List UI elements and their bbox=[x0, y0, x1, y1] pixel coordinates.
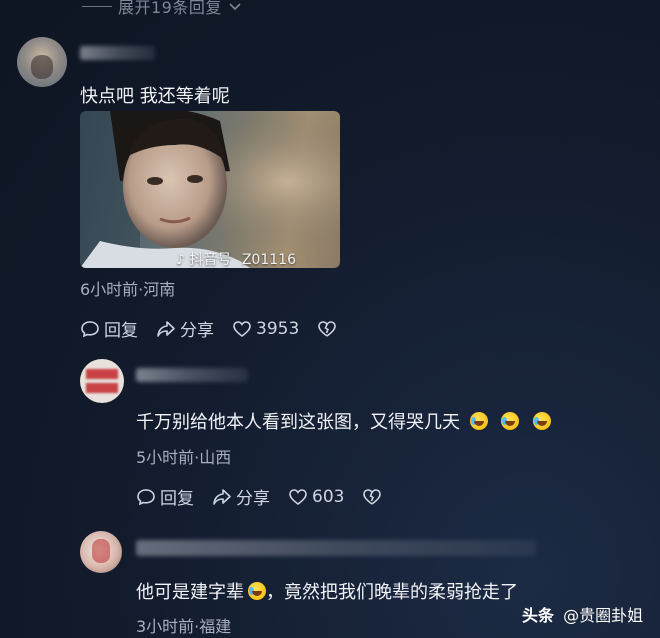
dislike-button[interactable] bbox=[317, 319, 337, 339]
like-button[interactable]: 3953 bbox=[232, 319, 299, 339]
comment-text-part1: 他可是建字辈 bbox=[136, 582, 244, 603]
reply-label: 回复 bbox=[104, 321, 138, 341]
portrait-image bbox=[80, 111, 340, 268]
comment-meta: 6小时前·河南 bbox=[80, 280, 176, 299]
reply-button[interactable]: 回复 bbox=[136, 484, 194, 509]
like-count: 603 bbox=[312, 486, 345, 507]
watermark-app: 抖音号 bbox=[189, 252, 232, 268]
comment-text: 他可是建字辈 ，竟然把我们晚辈的柔弱抢走了 bbox=[136, 578, 518, 604]
reply-bubble-icon bbox=[81, 320, 99, 337]
tiktok-logo-icon: ♪ bbox=[176, 252, 185, 268]
heart-icon bbox=[233, 320, 251, 337]
username-blurred[interactable] bbox=[136, 368, 248, 382]
comment-meta: 3小时前·福建 bbox=[136, 617, 232, 636]
laugh-cry-emoji-icon bbox=[533, 412, 552, 430]
laugh-cry-emoji-icon bbox=[469, 412, 488, 430]
comment-meta: 5小时前·山西 bbox=[136, 448, 232, 467]
like-count: 3953 bbox=[256, 318, 300, 339]
watermark-id: Z01116 bbox=[241, 252, 296, 268]
share-label: 分享 bbox=[180, 321, 214, 341]
source-watermark: 头条 @贵圈卦姐 bbox=[522, 602, 643, 626]
expand-replies-link[interactable]: 展开19条回复 bbox=[82, 0, 242, 18]
avatar[interactable] bbox=[80, 531, 122, 573]
username-blurred[interactable] bbox=[80, 46, 155, 60]
share-label: 分享 bbox=[236, 489, 270, 509]
broken-heart-icon bbox=[318, 320, 337, 337]
reply-button[interactable]: 回复 bbox=[80, 316, 138, 341]
username-blurred[interactable] bbox=[136, 540, 536, 556]
share-button[interactable]: 分享 bbox=[212, 484, 270, 509]
comment-image[interactable]: ♪ 抖音号 Z01116 bbox=[80, 111, 340, 268]
avatar[interactable] bbox=[17, 37, 67, 87]
video-watermark: ♪ 抖音号 Z01116 bbox=[176, 249, 296, 268]
expand-replies-label: 展开19条回复 bbox=[118, 0, 222, 17]
watermark-brand: 头条 bbox=[522, 606, 555, 625]
share-button[interactable]: 分享 bbox=[156, 316, 214, 341]
comment-text: 快点吧 我还等着呢 bbox=[80, 86, 230, 107]
comment-text-part2: ，竟然把我们晚辈的柔弱抢走了 bbox=[266, 582, 518, 603]
comment-text-body: 千万别给他本人看到这张图，又得哭几天 bbox=[136, 412, 460, 433]
heart-icon bbox=[289, 488, 307, 505]
dislike-button[interactable] bbox=[362, 487, 382, 507]
share-arrow-icon bbox=[213, 488, 231, 505]
share-arrow-icon bbox=[157, 320, 175, 337]
comment-actions: 回复 分享 3953 bbox=[80, 316, 355, 341]
laugh-cry-emoji-icon bbox=[501, 412, 520, 430]
watermark-account: @贵圈卦姐 bbox=[563, 606, 644, 625]
chevron-down-icon bbox=[229, 3, 241, 11]
reply-label: 回复 bbox=[160, 489, 194, 509]
divider-line bbox=[82, 5, 112, 7]
avatar[interactable] bbox=[80, 359, 124, 403]
comment-text: 千万别给他本人看到这张图，又得哭几天 bbox=[136, 408, 552, 434]
broken-heart-icon bbox=[363, 488, 382, 505]
reply-bubble-icon bbox=[137, 488, 155, 505]
laugh-cry-emoji-icon bbox=[248, 582, 266, 600]
like-button[interactable]: 603 bbox=[288, 487, 344, 507]
comment-actions: 回复 分享 603 bbox=[136, 484, 400, 509]
